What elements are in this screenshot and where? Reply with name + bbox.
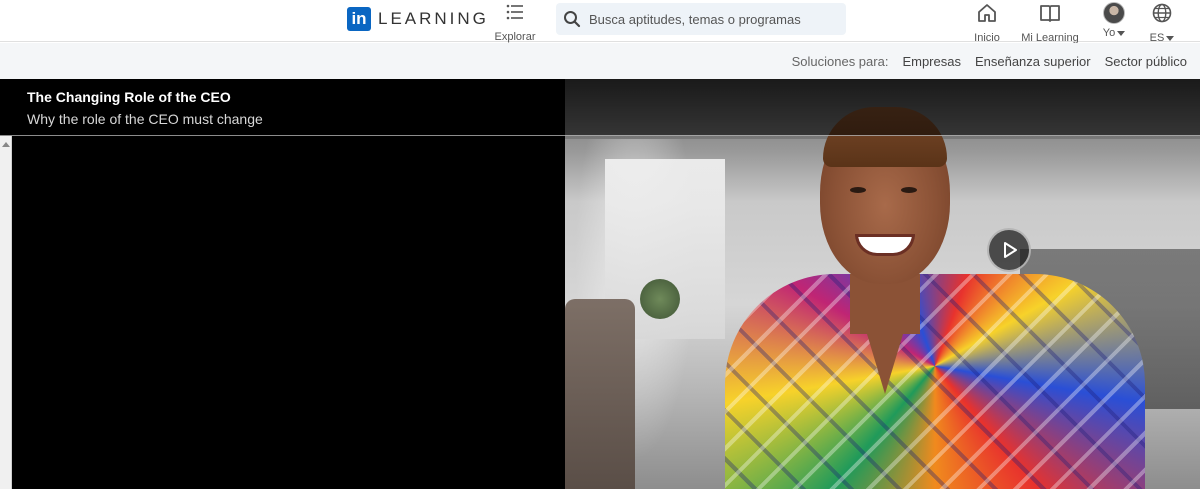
nav-me[interactable]: Yo — [1099, 2, 1129, 39]
explore-label: Explorar — [494, 31, 536, 43]
search-input[interactable] — [589, 11, 829, 27]
video-player[interactable]: The Changing Role of the CEO Why the rol… — [0, 79, 1200, 489]
presenter-jacket — [725, 274, 1145, 489]
nav-home[interactable]: Inicio — [972, 2, 1002, 44]
top-nav: in LEARNING Explorar Inicio Mi Learning — [0, 0, 1200, 44]
nav-language[interactable]: ES — [1147, 2, 1177, 44]
home-icon — [978, 4, 996, 22]
video-title-overlay: The Changing Role of the CEO Why the rol… — [0, 79, 1200, 136]
play-icon — [1004, 242, 1017, 258]
search-icon — [564, 11, 581, 28]
solutions-link-ensenanza-superior[interactable]: Enseñanza superior — [975, 54, 1091, 69]
scrollbar[interactable] — [0, 136, 12, 489]
chevron-down-icon — [1117, 30, 1126, 36]
search-bar[interactable] — [556, 3, 846, 35]
logo-text: LEARNING — [378, 9, 489, 28]
solutions-label: Soluciones para: — [791, 53, 889, 69]
solutions-link-empresas[interactable]: Empresas — [902, 54, 961, 69]
chevron-down-icon — [1166, 35, 1175, 41]
video-thumbnail — [565, 79, 1200, 489]
avatar — [1103, 2, 1125, 24]
solutions-link-sector-publico[interactable]: Sector público — [1105, 54, 1187, 69]
globe-icon — [1152, 3, 1172, 23]
video-subtitle: Why the role of the CEO must change — [27, 111, 263, 127]
solutions-bar: Soluciones para: Empresas Enseñanza supe… — [0, 43, 1200, 79]
logo-mark: in — [347, 7, 371, 31]
linkedin-learning-logo[interactable]: in LEARNING — [347, 7, 489, 31]
play-button[interactable] — [987, 228, 1031, 272]
nav-my-learning[interactable]: Mi Learning — [1020, 2, 1080, 44]
video-title: The Changing Role of the CEO — [27, 89, 231, 105]
scroll-up-icon[interactable] — [2, 142, 10, 147]
list-icon — [506, 4, 523, 20]
explore-button[interactable]: Explorar — [493, 2, 537, 43]
nav-me-label: Yo — [1102, 27, 1116, 39]
book-icon — [1040, 5, 1060, 22]
